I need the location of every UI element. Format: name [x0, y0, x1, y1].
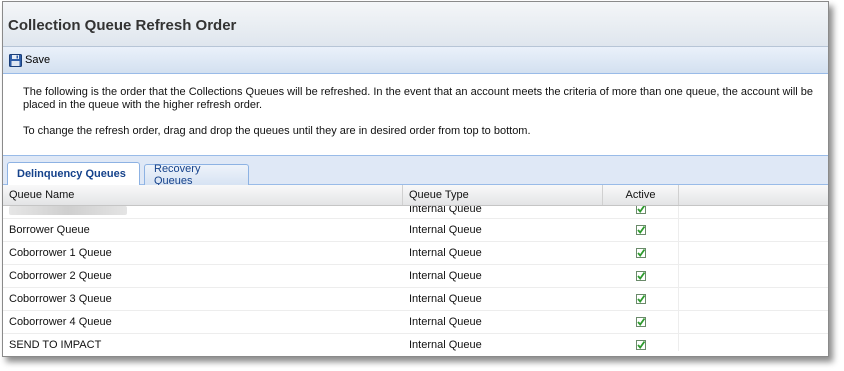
table-row[interactable]: SEND TO IMPACT Internal Queue: [3, 334, 828, 351]
active-cell: [603, 288, 679, 310]
queue-type-cell: Internal Queue: [409, 316, 482, 328]
tab-recovery-queues[interactable]: Recovery Queues: [144, 163, 249, 187]
queue-type-cell: Internal Queue: [409, 339, 482, 351]
queue-name-cell: Coborrower 2 Queue: [9, 270, 112, 282]
queue-type-cell: Internal Queue: [409, 206, 482, 215]
queue-type-cell: Internal Queue: [409, 270, 482, 282]
table-row[interactable]: Coborrower 4 Queue Internal Queue: [3, 311, 828, 334]
table-row[interactable]: Coborrower 1 Queue Internal Queue: [3, 242, 828, 265]
active-cell: [603, 334, 679, 351]
queue-name-cell: Coborrower 4 Queue: [9, 316, 112, 328]
table-row[interactable]: Coborrower 3 Queue Internal Queue: [3, 288, 828, 311]
toolbar: Save: [3, 47, 828, 74]
collection-queue-window: Collection Queue Refresh Order Save The …: [2, 1, 829, 357]
tab-delinquency-queues[interactable]: Delinquency Queues: [7, 162, 140, 185]
active-cell: [603, 242, 679, 264]
grid-header: Queue Name Queue Type Active: [3, 185, 828, 206]
active-checkbox-icon[interactable]: [635, 225, 646, 235]
queue-name-cell: Coborrower 1 Queue: [9, 247, 112, 259]
title-bar: Collection Queue Refresh Order: [3, 2, 828, 47]
column-header-queue-name[interactable]: Queue Name: [3, 185, 403, 205]
instructions-line-2: To change the refresh order, drag and dr…: [23, 125, 531, 137]
queue-name-cell: Coborrower 3 Queue: [9, 293, 112, 305]
table-row[interactable]: Borrower Queue Internal Queue: [3, 219, 828, 242]
table-row[interactable]: Internal Queue: [3, 206, 828, 219]
floppy-disk-icon: [9, 53, 22, 67]
page-title: Collection Queue Refresh Order: [8, 17, 237, 34]
active-checkbox-icon[interactable]: [635, 248, 646, 258]
queue-type-cell: Internal Queue: [409, 247, 482, 259]
column-header-queue-type[interactable]: Queue Type: [403, 185, 603, 205]
save-button-label: Save: [25, 54, 51, 66]
active-cell: [603, 265, 679, 287]
active-checkbox-icon[interactable]: [635, 317, 646, 327]
instructions-line-1: The following is the order that the Coll…: [23, 86, 814, 111]
active-checkbox-icon[interactable]: [635, 206, 646, 214]
column-header-active[interactable]: Active: [603, 185, 679, 205]
active-checkbox-icon[interactable]: [635, 271, 646, 281]
queue-name-cell: Borrower Queue: [9, 224, 90, 236]
table-row[interactable]: Coborrower 2 Queue Internal Queue: [3, 265, 828, 288]
active-cell: [603, 206, 679, 218]
queue-name-cell: SEND TO IMPACT: [9, 339, 102, 351]
save-button[interactable]: Save: [9, 53, 51, 67]
queue-type-cell: Internal Queue: [409, 224, 482, 236]
queue-grid: Queue Name Queue Type Active Internal Qu…: [3, 185, 828, 351]
instructions: The following is the order that the Coll…: [3, 74, 828, 155]
redacted-queue-name: [9, 206, 127, 215]
active-cell: [603, 219, 679, 241]
tab-strip: Delinquency Queues Recovery Queues: [3, 155, 828, 187]
active-checkbox-icon[interactable]: [635, 294, 646, 304]
active-cell: [603, 311, 679, 333]
queue-type-cell: Internal Queue: [409, 293, 482, 305]
queue-name-cell: [3, 206, 403, 218]
grid-body: Internal Queue Borrower Queue Internal Que…: [3, 206, 828, 351]
active-checkbox-icon[interactable]: [635, 340, 646, 350]
